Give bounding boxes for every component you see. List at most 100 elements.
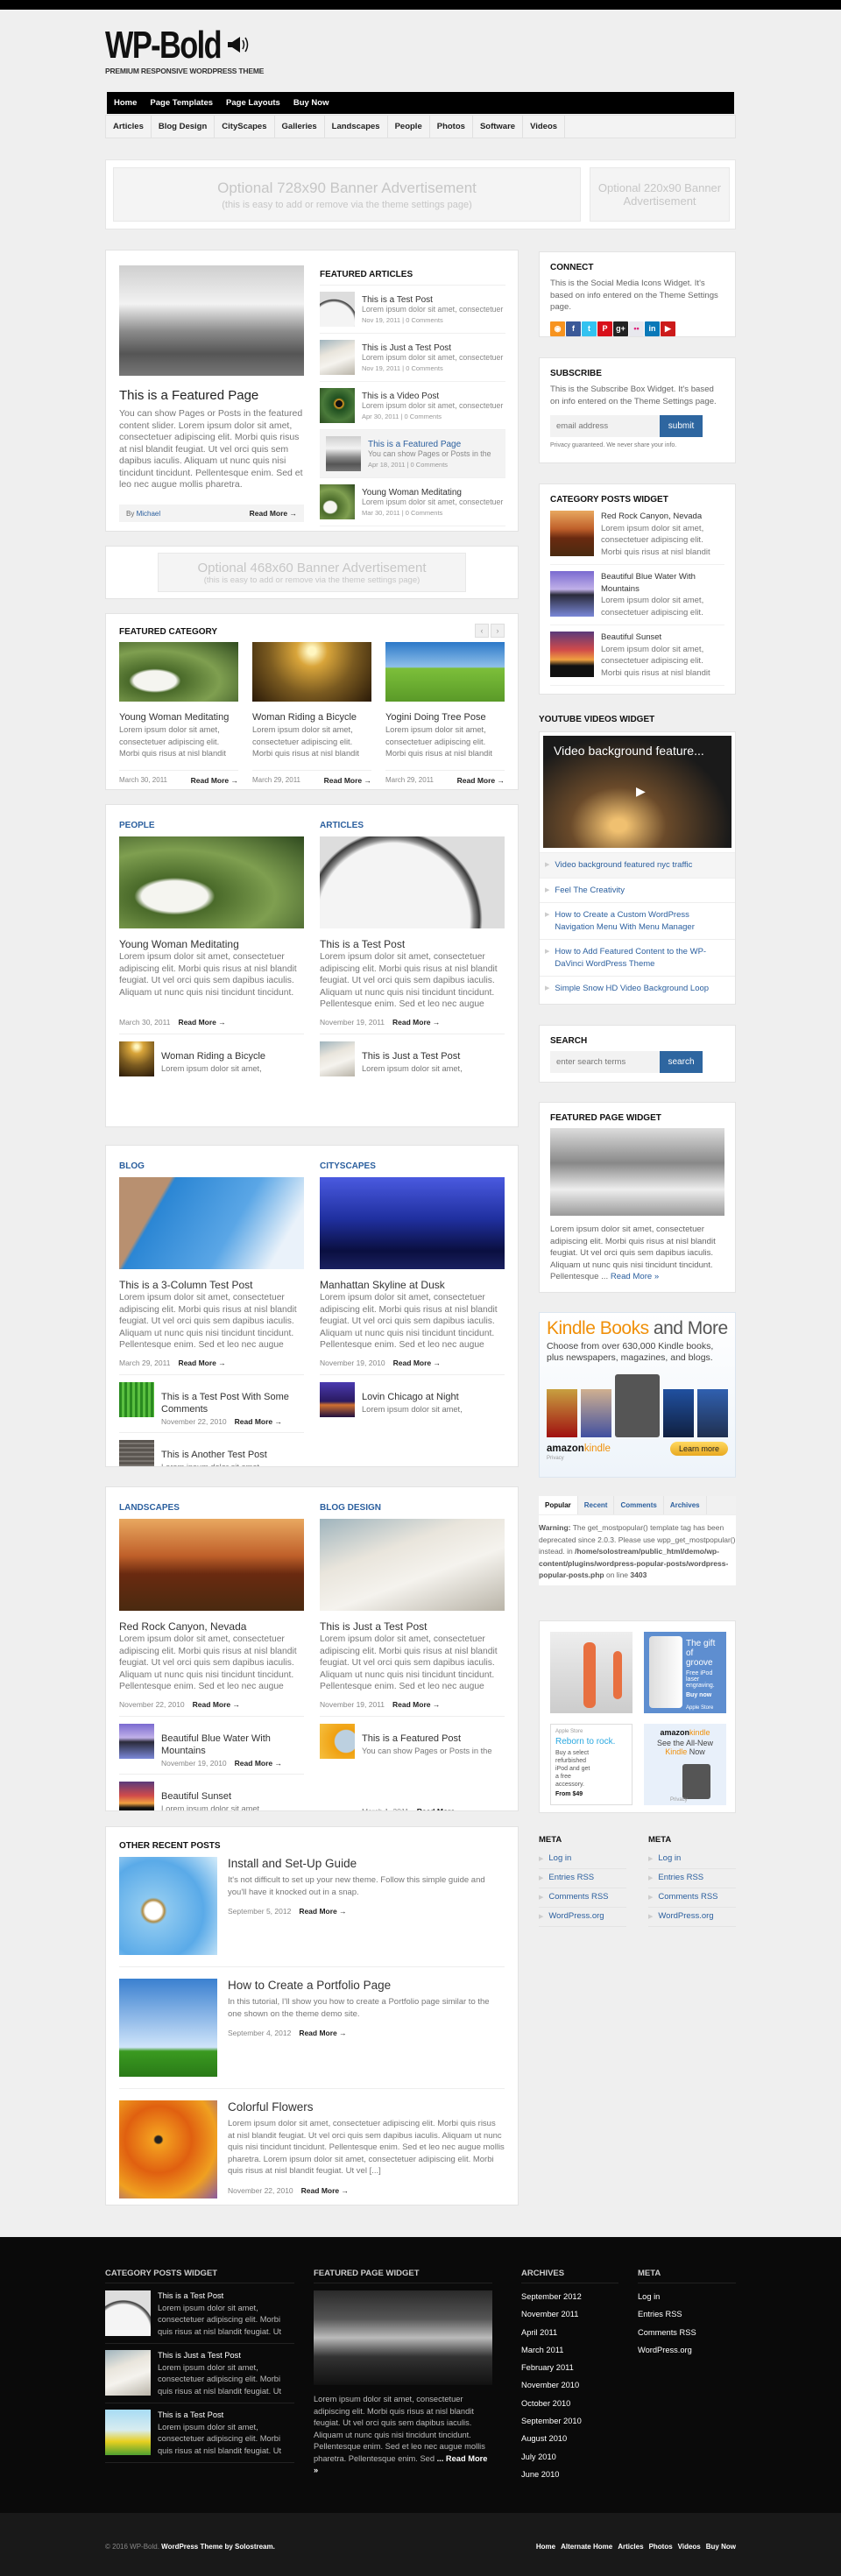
post-title[interactable]: This is a Test Post bbox=[320, 938, 505, 951]
read-more-link[interactable]: Read More → bbox=[220, 1125, 267, 1127]
meta-link-wordpress-org[interactable]: ▶ WordPress.org bbox=[539, 1908, 626, 1927]
footer-link-articles[interactable]: Articles bbox=[618, 2543, 643, 2551]
video-link[interactable]: Feel The Creativity bbox=[555, 885, 625, 897]
category-heading[interactable]: BLOG DESIGN bbox=[320, 1503, 505, 1513]
ad-privacy-link[interactable]: Privacy bbox=[547, 1456, 728, 1461]
category-heading[interactable]: PEOPLE bbox=[119, 821, 304, 830]
post-thumbnail[interactable] bbox=[550, 632, 594, 677]
twitter-icon[interactable]: t bbox=[582, 321, 597, 336]
post-title[interactable]: This is Just a Test Post bbox=[362, 1051, 482, 1063]
video-link[interactable]: How to Add Featured Content to the WP-Da… bbox=[555, 946, 730, 970]
post-thumbnail[interactable] bbox=[320, 1724, 355, 1759]
footer-link-home[interactable]: Home bbox=[536, 2543, 555, 2551]
post-title[interactable]: Red Rock Canyon, Nevada bbox=[119, 1620, 304, 1634]
post-thumbnail[interactable] bbox=[105, 2290, 151, 2336]
footer-link-alternate-home[interactable]: Alternate Home bbox=[561, 2543, 612, 2551]
archive-link[interactable]: July 2010 bbox=[521, 2448, 618, 2466]
ipod-groove-ad[interactable]: The gift of groove Free iPod laser engra… bbox=[644, 1632, 726, 1713]
nav-page-layouts[interactable]: Page Layouts bbox=[226, 98, 280, 108]
category-heading[interactable]: BLOG bbox=[119, 1161, 304, 1171]
carousel-next-button[interactable]: › bbox=[491, 624, 505, 638]
post-title[interactable]: This is Just a Test Post bbox=[320, 1620, 505, 1634]
featured-page-image[interactable] bbox=[550, 1128, 724, 1216]
linkedin-icon[interactable]: in bbox=[645, 321, 660, 336]
article-title[interactable]: This is Just a Test Post bbox=[362, 343, 503, 353]
tab-archives[interactable]: Archives bbox=[664, 1496, 707, 1514]
post-thumbnail[interactable] bbox=[320, 1382, 355, 1417]
post-image[interactable] bbox=[119, 1979, 217, 2077]
read-more-link[interactable]: Read More » bbox=[611, 1272, 659, 1281]
featured-article[interactable]: This is a Test Post Lorem ipsum dolor sit… bbox=[320, 286, 505, 334]
read-more-link[interactable]: Read More → bbox=[235, 1759, 282, 1768]
tab-recent[interactable]: Recent bbox=[578, 1496, 615, 1514]
post-image[interactable] bbox=[119, 1177, 304, 1269]
post-title[interactable]: Lovin Chicago at Night bbox=[362, 1392, 483, 1404]
post-thumbnail[interactable] bbox=[105, 2350, 151, 2396]
post-thumbnail[interactable] bbox=[550, 571, 594, 617]
archive-link[interactable]: September 2010 bbox=[521, 2412, 618, 2430]
featured-article[interactable]: This is a Video Post Lorem ipsum dolor si… bbox=[320, 382, 505, 430]
nav-buy-now[interactable]: Buy Now bbox=[293, 98, 329, 108]
read-more-link[interactable]: Read More → bbox=[324, 776, 371, 785]
post-thumbnail[interactable] bbox=[119, 1382, 154, 1417]
post-image[interactable] bbox=[320, 836, 505, 928]
nav-people[interactable]: People bbox=[388, 116, 430, 138]
email-input[interactable] bbox=[550, 415, 660, 437]
read-more-link[interactable]: Read More → bbox=[235, 1417, 282, 1426]
featured-article[interactable]: This is Just a Test Post Lorem ipsum dolo… bbox=[320, 334, 505, 382]
post-image[interactable] bbox=[320, 1177, 505, 1269]
post-image[interactable] bbox=[119, 1519, 304, 1611]
post-image[interactable] bbox=[119, 642, 238, 702]
video-link[interactable]: Simple Snow HD Video Background Loop bbox=[555, 983, 709, 995]
read-more-link[interactable]: Read More → bbox=[178, 1018, 225, 1027]
post-title[interactable]: Young Woman Meditating bbox=[119, 711, 238, 724]
post-thumbnail[interactable] bbox=[119, 1724, 154, 1759]
read-more-link[interactable]: Read More → bbox=[193, 1700, 240, 1709]
meta-link-log-in[interactable]: Log in bbox=[638, 2288, 736, 2305]
read-more-link[interactable]: Read More → bbox=[435, 1465, 483, 1467]
kindle-ad[interactable]: Kindle Books and More Choose from over 6… bbox=[539, 1312, 736, 1478]
archive-link[interactable]: February 2011 bbox=[521, 2359, 618, 2376]
archive-link[interactable]: September 2012 bbox=[521, 2288, 618, 2305]
flickr-icon[interactable]: •• bbox=[629, 321, 644, 336]
nav-home[interactable]: Home bbox=[114, 98, 137, 108]
article-thumbnail[interactable] bbox=[320, 292, 355, 327]
meta-link-comments-rss[interactable]: Comments RSS bbox=[638, 2324, 736, 2341]
article-thumbnail[interactable] bbox=[320, 388, 355, 423]
post-thumbnail[interactable] bbox=[119, 1440, 154, 1466]
read-more-link[interactable]: Read More → bbox=[392, 1018, 440, 1027]
search-button[interactable]: search bbox=[660, 1051, 703, 1073]
post-title[interactable]: Beautiful Blue Water With Mountains bbox=[601, 572, 696, 594]
pinterest-icon[interactable]: P bbox=[597, 321, 612, 336]
site-title[interactable]: WP-Bold bbox=[105, 26, 223, 65]
meta-link-entries-rss[interactable]: ▶ Entries RSS bbox=[539, 1869, 626, 1888]
featured-title[interactable]: This is a Featured Page bbox=[119, 388, 304, 403]
meta-link-log-in[interactable]: ▶ Log in bbox=[648, 1850, 736, 1869]
read-more-link[interactable]: Read More → bbox=[299, 2029, 346, 2037]
post-image[interactable] bbox=[119, 2100, 217, 2198]
meta-link-comments-rss[interactable]: ▶ Comments RSS bbox=[539, 1888, 626, 1908]
archive-link[interactable]: April 2011 bbox=[521, 2324, 618, 2341]
kindle-small-ad[interactable]: amazonkindle See the All-New Kindle Now … bbox=[644, 1724, 726, 1805]
article-thumbnail[interactable] bbox=[320, 484, 355, 519]
read-more-link[interactable]: Read More → bbox=[178, 1359, 225, 1367]
featured-image[interactable] bbox=[119, 265, 304, 376]
play-icon[interactable]: ▶ bbox=[636, 784, 646, 799]
ipod-reborn-ad[interactable]: Apple Store Reborn to rock. Buy a select… bbox=[550, 1724, 633, 1805]
tab-comments[interactable]: Comments bbox=[614, 1496, 664, 1514]
post-thumbnail[interactable] bbox=[119, 1782, 154, 1810]
category-heading[interactable]: ARTICLES bbox=[320, 821, 505, 830]
google-plus-icon[interactable]: g+ bbox=[613, 321, 628, 336]
post-title[interactable]: Woman Riding a Bicycle bbox=[252, 711, 371, 724]
read-more-link[interactable]: Read More → bbox=[435, 1125, 482, 1127]
post-image[interactable] bbox=[119, 1857, 217, 1955]
article-thumbnail[interactable] bbox=[320, 340, 355, 375]
archive-link[interactable]: November 2011 bbox=[521, 2305, 618, 2323]
read-more-link[interactable]: Read More → bbox=[250, 509, 297, 518]
banner-728x90[interactable]: Optional 728x90 Banner Advertisement (th… bbox=[113, 167, 581, 222]
archive-link[interactable]: November 2010 bbox=[521, 2376, 618, 2394]
read-more-link[interactable]: Read More → bbox=[393, 1359, 441, 1367]
carousel-prev-button[interactable]: ‹ bbox=[475, 624, 489, 638]
nav-landscapes[interactable]: Landscapes bbox=[325, 116, 388, 138]
meta-link-wordpress-org[interactable]: WordPress.org bbox=[638, 2341, 736, 2359]
